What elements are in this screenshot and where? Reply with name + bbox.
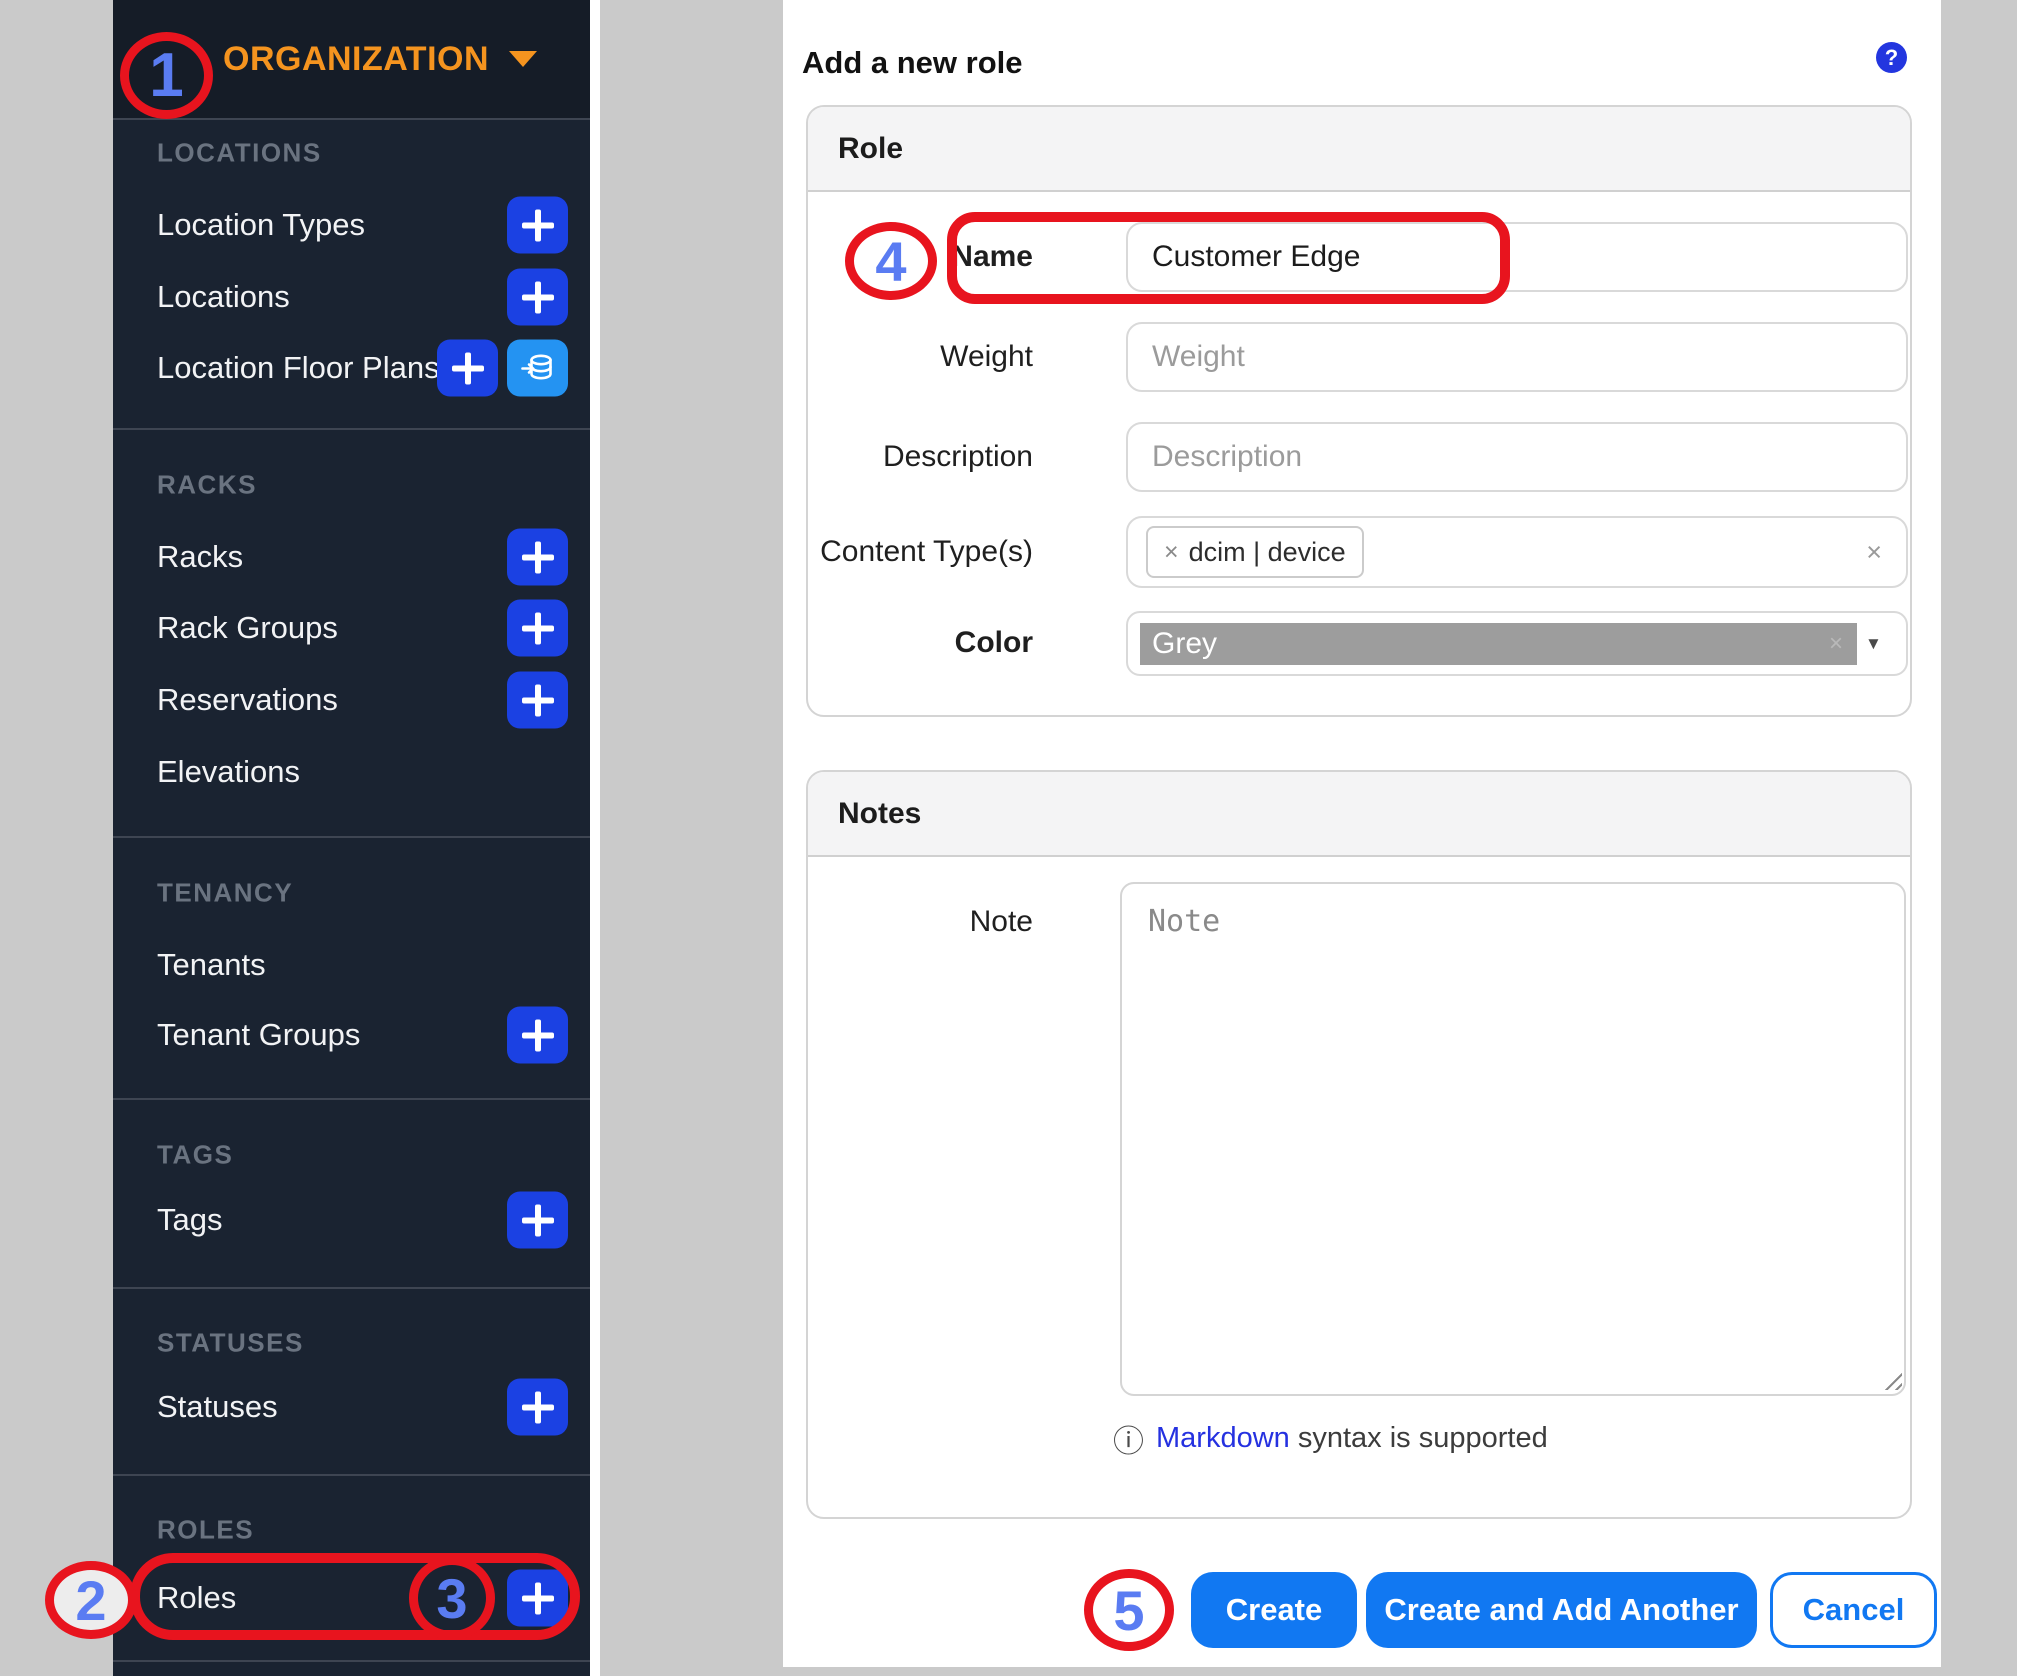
organization-menu-title[interactable]: ORGANIZATION xyxy=(223,40,489,79)
add-location-floor-plans-button[interactable] xyxy=(437,339,498,397)
sidebar-heading-tenancy: TENANCY xyxy=(157,877,294,908)
add-locations-button[interactable] xyxy=(507,268,568,326)
color-label: Color xyxy=(954,626,1033,659)
sidebar-item-statuses[interactable]: Statuses xyxy=(113,1371,590,1443)
content-type-tag: × dcim | device xyxy=(1146,526,1364,578)
description-input[interactable] xyxy=(1126,422,1908,492)
annotation-rect-name xyxy=(947,212,1510,304)
content-type-tag-label: dcim | device xyxy=(1188,536,1346,567)
import-icon xyxy=(520,354,552,380)
note-label: Note xyxy=(969,905,1033,938)
sidebar-item-label: Racks xyxy=(157,539,244,574)
annotation-rect-roles xyxy=(130,1553,580,1640)
role-card-title: Role xyxy=(838,131,904,165)
sidebar-heading-statuses: STATUSES xyxy=(157,1327,304,1358)
add-reservations-button[interactable] xyxy=(507,671,568,729)
page-title: Add a new role xyxy=(802,44,1023,80)
sidebar-item-label: Tenants xyxy=(157,947,266,982)
sidebar-item-label: Location Floor Plans xyxy=(157,350,440,385)
plus-icon xyxy=(521,1204,554,1236)
sidebar-section-divider xyxy=(113,1287,590,1289)
color-selected-label: Grey xyxy=(1152,626,1218,660)
sidebar-item-tenant-groups[interactable]: Tenant Groups xyxy=(113,999,590,1071)
add-location-types-button[interactable] xyxy=(507,196,568,254)
sidebar-section-divider xyxy=(113,836,590,838)
plus-icon xyxy=(521,612,554,644)
plus-icon xyxy=(521,1391,554,1423)
notes-card-title: Notes xyxy=(838,796,922,830)
sidebar-item-label: Location Types xyxy=(157,207,365,242)
plus-icon xyxy=(521,209,554,241)
sidebar-item-reservations[interactable]: Reservations xyxy=(113,664,590,736)
annotation-circle-1: 1 xyxy=(120,32,213,119)
sidebar-section-divider xyxy=(113,1474,590,1476)
dropdown-caret-icon[interactable]: ▼ xyxy=(1865,634,1882,654)
add-rack-groups-button[interactable] xyxy=(507,599,568,657)
sidebar-item-tenants[interactable]: Tenants xyxy=(113,929,590,1001)
info-icon: ⓘ xyxy=(1113,1424,1144,1459)
screenshot-canvas: ORGANIZATION LOCATIONS Location Types Loca… xyxy=(0,0,2017,1676)
add-tenant-groups-button[interactable] xyxy=(507,1006,568,1064)
sidebar-item-label: Reservations xyxy=(157,682,338,717)
sidebar-heading-racks: RACKS xyxy=(157,469,257,500)
content-types-multiselect[interactable]: × dcim | device × xyxy=(1126,516,1908,588)
color-selected-swatch: Grey × xyxy=(1140,622,1857,665)
clear-field-icon[interactable]: × xyxy=(1866,537,1888,568)
sidebar-item-rack-groups[interactable]: Rack Groups xyxy=(113,592,590,664)
sidebar-item-locations[interactable]: Locations xyxy=(113,261,590,333)
sidebar-item-location-floor-plans[interactable]: Location Floor Plans xyxy=(113,332,590,404)
description-label: Description xyxy=(882,440,1033,473)
create-button[interactable]: Create xyxy=(1191,1572,1357,1648)
sidebar-item-racks[interactable]: Racks xyxy=(113,521,590,593)
sidebar-heading-locations: LOCATIONS xyxy=(157,137,322,168)
sidebar-section-divider xyxy=(113,428,590,430)
plus-icon xyxy=(521,281,554,313)
notes-card-header: Notes xyxy=(808,772,1910,857)
annotation-circle-3: 3 xyxy=(409,1556,495,1640)
weight-input[interactable] xyxy=(1126,322,1908,392)
sidebar-item-location-types[interactable]: Location Types xyxy=(113,189,590,261)
sidebar-item-label: Tenant Groups xyxy=(157,1017,361,1052)
sidebar-item-label: Statuses xyxy=(157,1389,278,1424)
content-types-label: Content Type(s) xyxy=(820,535,1033,568)
add-racks-button[interactable] xyxy=(507,528,568,586)
annotation-circle-2: 2 xyxy=(45,1561,137,1639)
plus-icon xyxy=(521,684,554,716)
sidebar-item-elevations[interactable]: Elevations xyxy=(113,736,590,808)
sidebar-section-divider xyxy=(113,1660,590,1662)
import-location-floor-plans-button[interactable] xyxy=(507,339,568,397)
sidebar-item-tags[interactable]: Tags xyxy=(113,1184,590,1256)
plus-icon xyxy=(521,1019,554,1051)
sidebar-item-label: Locations xyxy=(157,279,290,314)
color-select[interactable]: Grey × ▼ xyxy=(1126,611,1908,676)
plus-icon xyxy=(521,541,554,573)
note-textarea[interactable] xyxy=(1120,882,1906,1396)
sidebar-section-divider xyxy=(113,1098,590,1100)
help-icon[interactable]: ? xyxy=(1876,42,1907,73)
sidebar-right-edge xyxy=(590,0,600,1676)
sidebar-item-label: Tags xyxy=(157,1202,223,1237)
chevron-down-icon xyxy=(509,51,538,67)
remove-color-icon[interactable]: × xyxy=(1829,630,1843,658)
organization-sidebar: ORGANIZATION LOCATIONS Location Types Loca… xyxy=(113,0,590,1676)
sidebar-heading-tags: TAGS xyxy=(157,1139,234,1170)
markdown-link[interactable]: Markdown xyxy=(1156,1422,1290,1454)
annotation-circle-5: 5 xyxy=(1084,1569,1174,1651)
markdown-hint-text: syntax is supported xyxy=(1289,1422,1548,1454)
cancel-button[interactable]: Cancel xyxy=(1770,1572,1937,1648)
annotation-circle-4: 4 xyxy=(845,222,937,300)
add-statuses-button[interactable] xyxy=(507,1378,568,1436)
create-and-add-another-button[interactable]: Create and Add Another xyxy=(1366,1572,1757,1648)
markdown-hint: ⓘ Markdown syntax is supported xyxy=(1113,1416,1548,1461)
sidebar-heading-roles: ROLES xyxy=(157,1514,255,1545)
remove-tag-icon[interactable]: × xyxy=(1164,538,1179,567)
weight-label: Weight xyxy=(940,340,1033,373)
plus-icon xyxy=(451,352,484,384)
add-tags-button[interactable] xyxy=(507,1191,568,1249)
sidebar-item-label: Rack Groups xyxy=(157,610,338,645)
role-card-header: Role xyxy=(808,107,1910,192)
sidebar-item-label: Elevations xyxy=(157,754,301,789)
